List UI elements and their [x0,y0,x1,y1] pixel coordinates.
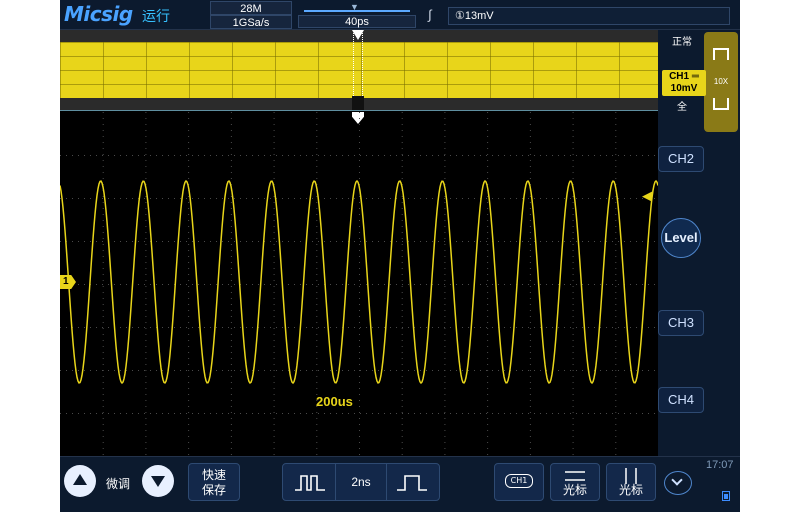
ch2-button[interactable]: CH2 [658,146,704,172]
overview-separator [60,110,658,111]
quick-save-button[interactable]: 快速 保存 [188,463,240,501]
waveform-overview[interactable] [60,30,658,110]
horizontal-position-control[interactable]: ▼ 40ps [298,2,416,28]
ch1-scale-value: 10mV [670,83,698,94]
ch1-scale-button[interactable]: CH1 ═ 10mV [662,70,706,96]
rising-edge-icon[interactable]: ∫ [428,7,432,22]
cursor-label: 光标 [618,483,643,497]
wide-pulse-icon[interactable] [395,472,429,494]
horizontal-cursor-button[interactable]: 光标 [550,463,600,501]
narrow-pulse-icon[interactable] [293,472,327,494]
acquisition-mode[interactable]: 正常 [662,33,702,48]
fine-adjust-label: 微调 [106,477,131,491]
top-status-bar: Micsig 运行 28M 1GSa/s ▼ 40ps ∫ ①13mV [60,0,740,30]
pulse-icon[interactable] [713,48,729,60]
ch3-button[interactable]: CH3 [658,310,704,336]
more-options-button[interactable] [664,471,692,495]
pulse-width-value[interactable]: 2ns [335,464,387,500]
position-marker-icon: ▼ [350,2,359,12]
cursor-label: 光标 [562,483,587,497]
cursor-source-button[interactable]: CH1 [494,463,544,501]
ch4-button[interactable]: CH4 [658,387,704,413]
fine-down-button[interactable] [142,465,174,497]
memory-depth-value[interactable]: 28M [210,1,292,15]
ch1-label: CH1 ═ [669,71,699,82]
pulse-width-control: 2ns [282,463,440,501]
bottom-toolbar: 微调 快速 保存 2ns CH1 光标 光标 17:07 [60,456,740,512]
time-offset-value[interactable]: 40ps [298,15,416,28]
quick-save-label-1: 快速 [201,468,226,482]
trigger-settings[interactable]: ①13mV [448,7,730,25]
probe-ratio[interactable]: 10X [704,77,738,86]
trigger-level-arrow-icon[interactable]: ◀ [642,188,652,204]
overview-window-handle[interactable] [352,96,364,110]
waveform-display[interactable]: 1 ◀ 200us [60,112,658,456]
level-knob[interactable]: Level [661,218,701,258]
vertical-cursor-button[interactable]: 光标 [606,463,656,501]
pulse-low-icon[interactable] [713,98,729,110]
timebase-label[interactable]: 200us [316,394,353,409]
sample-rate-value[interactable]: 1GSa/s [210,15,292,29]
clock: 17:07 [706,459,734,471]
ch1-badge: CH1 [505,474,533,488]
fine-up-button[interactable] [64,465,96,497]
down-arrow-icon [151,476,165,487]
channel-panel: 正常 10X CH1 ═ 10mV 全 CH2 Level CH3 CH4 [658,30,740,456]
oscilloscope-screen: Micsig 运行 28M 1GSa/s ▼ 40ps ∫ ①13mV 1 ◀ … [60,0,740,512]
ch1-settings-panel[interactable]: 10X [704,32,738,132]
chevron-down-icon [671,474,683,486]
run-stop-button[interactable]: 运行 [142,6,170,26]
waveform-plot [60,112,658,455]
up-arrow-icon [73,474,87,485]
quick-save-label-2: 保存 [201,483,226,497]
ch1-bandwidth[interactable]: 全 [662,98,702,113]
battery-icon [722,491,730,501]
brand-logo: Micsig [64,2,133,26]
